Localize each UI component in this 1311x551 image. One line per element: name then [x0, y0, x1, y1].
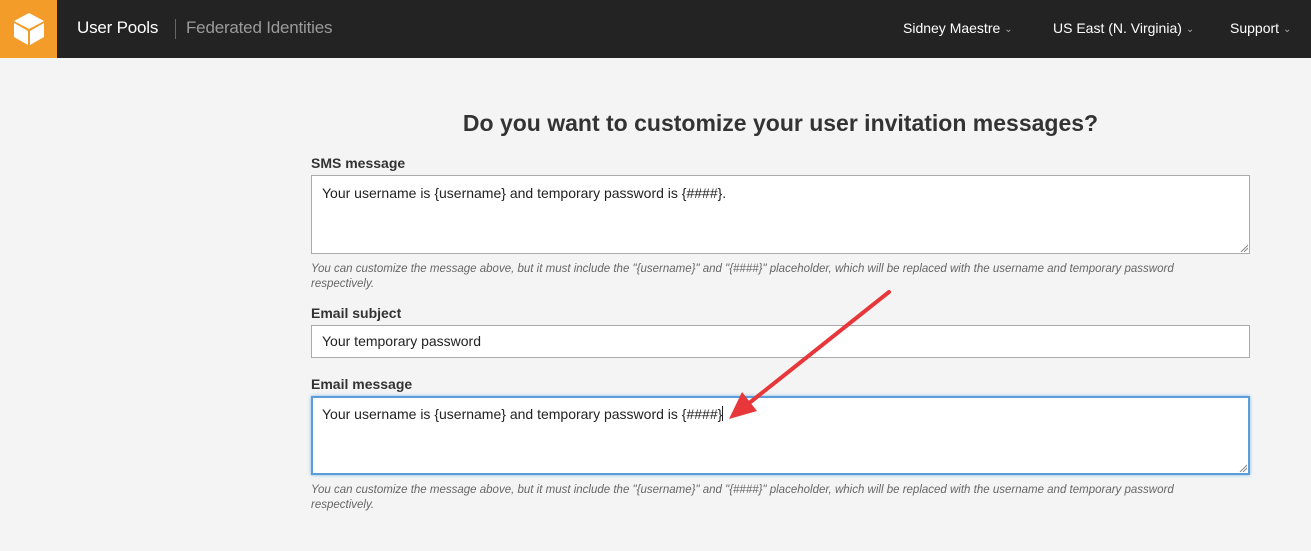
- email-subject-input[interactable]: Your temporary password: [311, 325, 1250, 358]
- chevron-down-icon: ⌄: [1185, 24, 1195, 35]
- user-menu[interactable]: Sidney Maestre ⌄: [903, 20, 1013, 36]
- sms-message-textarea[interactable]: Your username is {username} and temporar…: [311, 175, 1250, 254]
- email-message-hint: You can customize the message above, but…: [311, 484, 1174, 511]
- chevron-down-icon: ⌄: [1004, 24, 1013, 35]
- aws-logo[interactable]: [0, 0, 57, 58]
- chevron-down-icon: ⌄: [1283, 24, 1292, 35]
- support-menu[interactable]: Support ⌄: [1230, 20, 1291, 36]
- page-title: Do you want to customize your user invit…: [462, 110, 1099, 136]
- email-subject-label: Email subject: [311, 305, 402, 321]
- aws-cube-icon: [14, 13, 44, 45]
- nav-user-pools[interactable]: User Pools: [77, 18, 158, 38]
- email-message-textarea[interactable]: Your username is {username} and temporar…: [311, 396, 1250, 475]
- support-menu-label: Support: [1230, 20, 1280, 36]
- text-caret: [722, 406, 724, 421]
- resize-handle-icon[interactable]: [1240, 244, 1248, 252]
- top-navigation-bar: User Pools Federated Identities Sidney M…: [0, 0, 1311, 58]
- region-menu[interactable]: US East (N. Virginia) ⌄: [1053, 20, 1194, 36]
- region-menu-label: US East (N. Virginia): [1053, 20, 1182, 36]
- nav-divider: [175, 19, 176, 39]
- resize-handle-icon[interactable]: [1239, 464, 1247, 472]
- sms-message-value: Your username is {username} and temporar…: [322, 185, 727, 201]
- email-message-value: Your username is {username} and temporar…: [322, 406, 723, 422]
- user-menu-label: Sidney Maestre: [903, 20, 1001, 36]
- sms-message-label: SMS message: [311, 155, 406, 171]
- email-subject-value: Your temporary password: [322, 333, 482, 349]
- sms-message-hint: You can customize the message above, but…: [311, 263, 1174, 290]
- nav-federated-identities[interactable]: Federated Identities: [186, 18, 332, 38]
- email-message-label: Email message: [311, 376, 413, 392]
